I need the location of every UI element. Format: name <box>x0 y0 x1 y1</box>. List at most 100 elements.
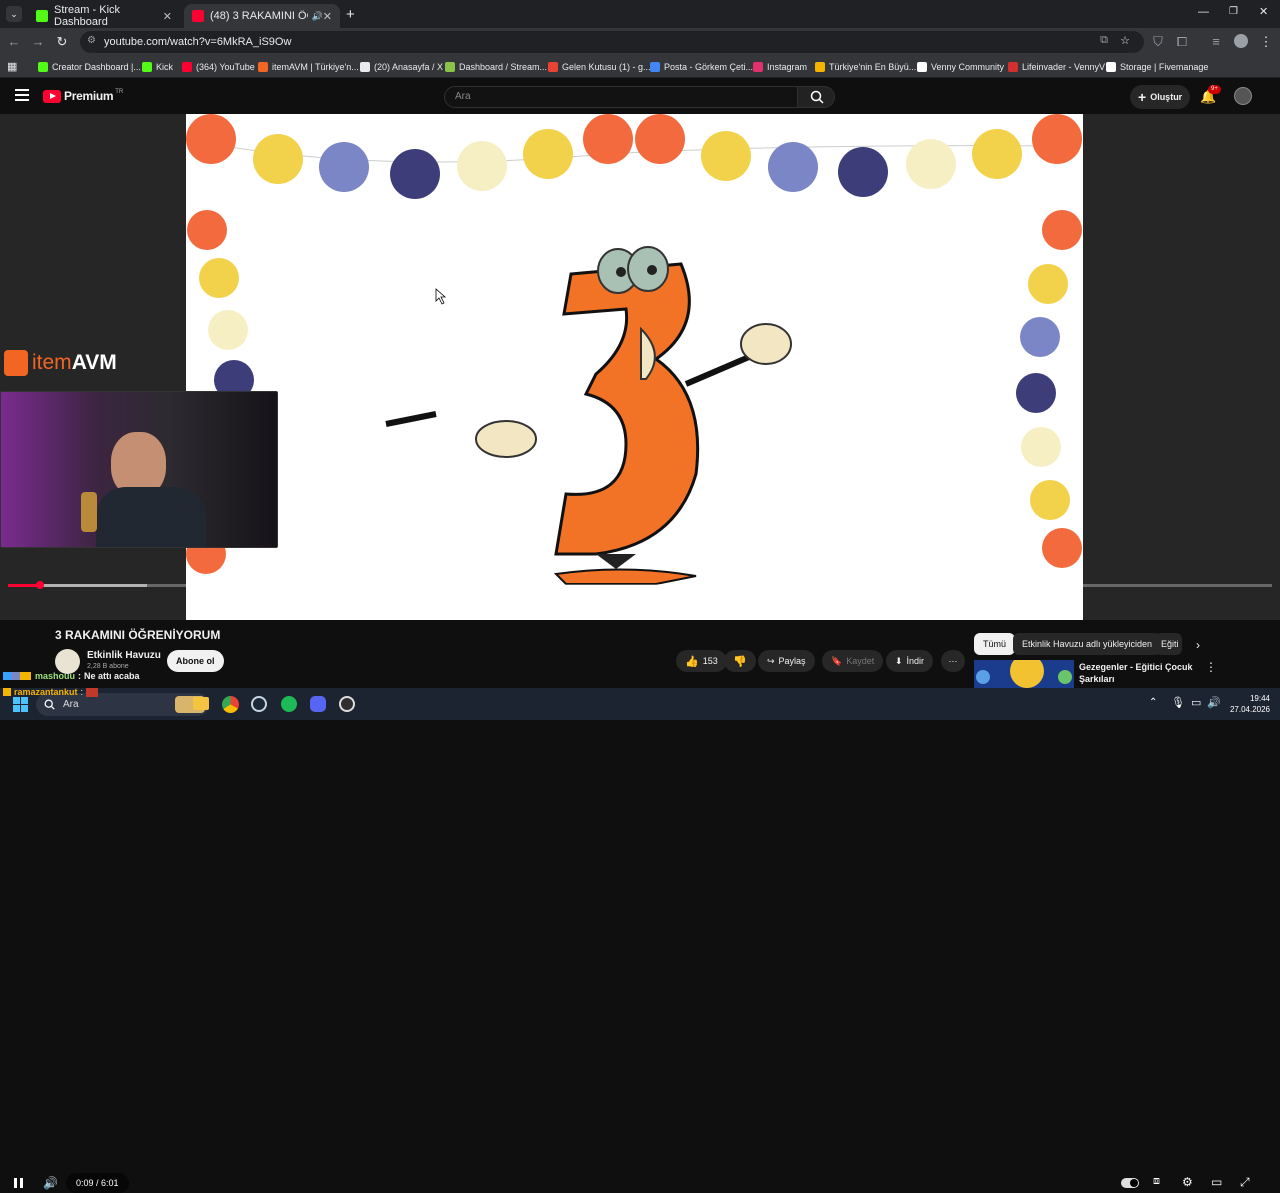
youtube-logo[interactable]: Premium TR <box>43 89 123 103</box>
reload-icon[interactable]: ↻ <box>54 34 70 50</box>
youtube-header: Premium TR Ara + Oluştur 🔔 9+ <box>0 79 1280 114</box>
dislike-button[interactable]: 👎 <box>724 650 756 672</box>
venny-icon <box>917 62 927 72</box>
download-button[interactable]: ⬇ İndir <box>886 650 934 672</box>
subscribe-button[interactable]: Abone ol <box>167 650 224 672</box>
tray-overflow-icon[interactable]: ⌃ <box>1149 697 1157 708</box>
bookmark-venny[interactable]: Venny Community <box>917 59 1004 75</box>
plus-icon: + <box>1138 89 1147 105</box>
microphone-icon[interactable]: 🎙 <box>1171 696 1185 709</box>
speaker-icon[interactable]: 🔊 <box>312 11 323 22</box>
like-button[interactable]: 👍 153 <box>676 650 727 672</box>
clock[interactable]: 19:44 27.04.2026 <box>1224 693 1270 715</box>
restore-button[interactable]: ❐ <box>1229 6 1238 17</box>
extensions-puzzle-icon[interactable]: ⧠ <box>1174 34 1190 50</box>
bookmark-turkiye[interactable]: Türkiye'nin En Büyü... <box>815 59 916 75</box>
mouse-cursor <box>435 288 447 305</box>
chip-all[interactable]: Tümü <box>974 633 1016 655</box>
network-icon[interactable]: ▭ <box>1191 696 1201 709</box>
sponsor-brand-item: item <box>32 351 72 374</box>
volume-icon[interactable]: 🔊 <box>1207 696 1221 709</box>
bookmark-youtube[interactable]: (364) YouTube <box>182 59 255 75</box>
theater-mode-icon[interactable]: ▭ <box>1211 1175 1222 1191</box>
profile-avatar[interactable] <box>1234 34 1248 48</box>
create-button[interactable]: + Oluştur <box>1130 85 1191 109</box>
bookmark-instagram[interactable]: Instagram <box>753 59 807 75</box>
settings-gear-icon[interactable]: ⚙ <box>1182 1175 1193 1191</box>
bookmark-gmail[interactable]: Gelen Kutusu (1) - g... <box>548 59 651 75</box>
extension-shield-icon[interactable]: ⛉ <box>1150 34 1166 50</box>
video-frame[interactable] <box>186 114 1083 620</box>
bookmark-dashboard-stream[interactable]: Dashboard / Stream... <box>445 59 547 75</box>
thumbs-down-icon: 👎 <box>733 655 747 668</box>
channel-avatar[interactable] <box>1234 87 1252 105</box>
browser-tab-kick[interactable]: Stream - Kick Dashboard ✕ <box>28 4 180 28</box>
bookmark-outlook[interactable]: Posta - Görkem Çeti... <box>650 59 753 75</box>
new-tab-button[interactable]: + <box>346 6 355 23</box>
back-icon[interactable]: ← <box>6 34 22 50</box>
fullscreen-icon[interactable]: ⤢ <box>1240 1175 1250 1191</box>
bookmark-fivemanage[interactable]: Storage | Fivemanage <box>1106 59 1208 75</box>
tab-search-dropdown-button[interactable]: ⌄ <box>6 6 22 22</box>
install-app-icon[interactable]: ⧉ <box>1100 34 1108 47</box>
chat-message: ramazantankut : <box>3 687 99 697</box>
share-icon: ↪ <box>767 655 775 666</box>
lifeinvader-icon <box>1008 62 1018 72</box>
subtitles-icon[interactable]: ⧈ <box>1153 1175 1160 1191</box>
address-bar[interactable]: ⚙ youtube.com/watch?v=6MkRA_iS9Ow ⧉ ☆ <box>80 31 1144 53</box>
bookmark-star-icon[interactable]: ☆ <box>1120 34 1130 47</box>
sponsor-brand-avm: AVM <box>71 351 117 374</box>
kick-icon <box>36 10 48 22</box>
windows-start-icon[interactable] <box>13 697 28 712</box>
forward-icon[interactable]: → <box>30 34 46 50</box>
browser-tab-youtube[interactable]: (48) 3 RAKAMINI ÖĞRENİYOR 🔊 ✕ <box>184 4 340 28</box>
bookmark-kick[interactable]: Kick <box>142 59 173 75</box>
search-button[interactable] <box>797 86 835 108</box>
chat-username: ramazantankut <box>14 687 78 697</box>
apps-grid-icon[interactable]: ▦ <box>7 60 17 73</box>
bookmark-creator-dashboard[interactable]: Creator Dashboard |... <box>38 59 141 75</box>
more-actions-button[interactable]: ⋯ <box>941 650 965 672</box>
steam-icon[interactable] <box>251 696 267 712</box>
time-display: 0:09 / 6:01 <box>66 1173 129 1193</box>
bookmark-lifeinvader[interactable]: Lifeinvader - VennyV <box>1008 59 1105 75</box>
close-window-button[interactable]: ✕ <box>1259 5 1268 18</box>
recommended-video-thumbnail[interactable] <box>974 660 1074 688</box>
bookmark-x[interactable]: (20) Anasayfa / X <box>360 59 443 75</box>
close-icon[interactable]: ✕ <box>163 10 172 23</box>
thumbs-up-icon: 👍 <box>685 655 699 668</box>
autoplay-toggle[interactable] <box>1121 1178 1139 1188</box>
kick-icon <box>142 62 152 72</box>
obs-icon[interactable] <box>339 696 355 712</box>
save-button[interactable]: 🔖 Kaydet <box>822 650 884 672</box>
minimize-button[interactable]: — <box>1198 6 1209 18</box>
site-icon <box>815 62 825 72</box>
file-explorer-icon[interactable] <box>193 697 209 710</box>
spotify-icon[interactable] <box>281 696 297 712</box>
chips-next-icon[interactable]: › <box>1196 638 1200 652</box>
cartoon-number-three <box>385 246 792 585</box>
pause-button[interactable] <box>13 1177 25 1193</box>
recommended-video-title[interactable]: Gezegenler - Eğitici Çocuk Şarkıları <box>1079 661 1193 685</box>
notifications-button[interactable]: 🔔 9+ <box>1200 85 1221 106</box>
media-control-icon[interactable]: ≡ <box>1208 34 1224 50</box>
itemavm-bag-icon <box>4 350 28 376</box>
url-text: youtube.com/watch?v=6MkRA_iS9Ow <box>104 36 292 48</box>
hamburger-menu-icon[interactable] <box>15 89 29 101</box>
chip-educational[interactable]: Eğiti <box>1155 633 1182 655</box>
chat-message: mashouu : Ne attı acaba <box>3 671 140 681</box>
bookmark-itemavm[interactable]: itemAVM | Türkiye'n... <box>258 59 359 75</box>
channel-name[interactable]: Etkinlik Havuzu <box>87 650 161 661</box>
player-controls: 🔊 0:09 / 6:01 ⧈ ⚙ ▭ ⤢ <box>0 580 1280 1193</box>
discord-icon[interactable] <box>310 696 326 712</box>
share-button[interactable]: ↪ Paylaş <box>758 650 815 672</box>
chrome-icon[interactable] <box>222 696 239 713</box>
browser-menu-icon[interactable]: ⋮ <box>1258 34 1274 50</box>
volume-button[interactable]: 🔊 <box>43 1176 58 1192</box>
chip-uploader[interactable]: Etkinlik Havuzu adlı yükleyiciden <box>1013 633 1162 655</box>
close-icon[interactable]: ✕ <box>323 10 332 23</box>
recommended-more-icon[interactable]: ⋮ <box>1205 660 1217 674</box>
site-info-icon[interactable]: ⚙ <box>87 35 96 46</box>
search-input[interactable]: Ara <box>444 86 798 108</box>
video-title: 3 RAKAMINI ÖĞRENİYORUM <box>55 628 221 642</box>
